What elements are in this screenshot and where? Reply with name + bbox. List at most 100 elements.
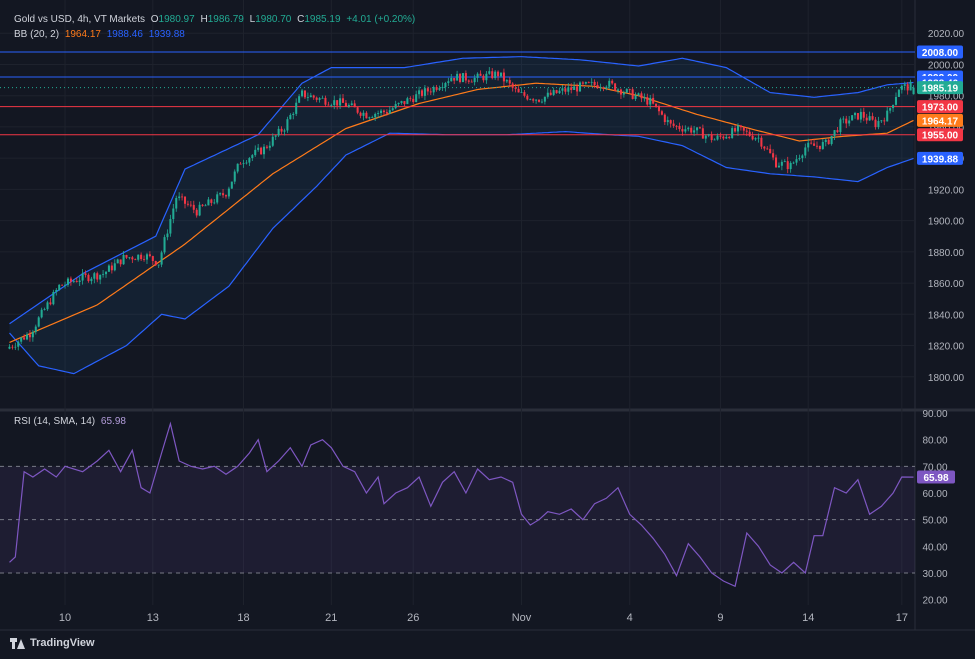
bb-fill [9, 56, 914, 374]
candle-body [666, 120, 669, 123]
symbol-legend[interactable]: Gold vs USD, 4h, VT Markets O1980.97 H19… [14, 14, 418, 25]
candle-body [578, 82, 582, 92]
rsi-tick-label: 30.00 [922, 569, 947, 580]
candle-body [306, 97, 309, 98]
candle-body [652, 97, 655, 104]
candle-body [102, 274, 105, 275]
candle-body [265, 146, 268, 148]
candle-body [277, 128, 280, 136]
candle-body [280, 128, 283, 132]
candle-body [362, 112, 365, 116]
candle-body [195, 209, 198, 216]
candle-body [590, 81, 593, 83]
candle-body [859, 111, 862, 120]
candle-body [192, 204, 195, 210]
candle-body [58, 284, 61, 290]
candle-body [780, 161, 783, 166]
time-tick-label: Nov [512, 612, 532, 624]
candle-body [143, 259, 146, 260]
candle-body [90, 278, 93, 282]
candle-body [763, 146, 766, 149]
candle-body [456, 73, 459, 81]
candle-body [523, 92, 526, 96]
candle-body [502, 72, 505, 82]
candle-body [260, 147, 263, 155]
candle-body [856, 113, 859, 120]
candle-body [584, 82, 587, 84]
candle-body [564, 88, 567, 92]
candle-body [172, 208, 175, 220]
candle-body [110, 265, 113, 271]
candle-body [608, 80, 611, 87]
candle-body [34, 326, 37, 332]
candle-body [224, 195, 227, 197]
candle-body [432, 87, 435, 93]
candle-body [409, 98, 412, 100]
candle-body [871, 116, 874, 120]
candle-body [775, 157, 778, 168]
candle-body [696, 127, 699, 131]
candle-body [546, 92, 549, 97]
candle-body [906, 84, 909, 91]
candle-body [11, 346, 14, 348]
candle-body [862, 111, 865, 118]
candle-body [713, 139, 716, 141]
candle-body [731, 128, 734, 139]
candle-body [292, 113, 295, 115]
candle-body [330, 105, 333, 106]
candle-body [368, 117, 371, 119]
bb-legend[interactable]: BB (20, 2) 1964.17 1988.46 1939.88 [14, 29, 188, 40]
candle-body [482, 75, 485, 81]
candle-body [722, 136, 725, 139]
candle-body [573, 86, 576, 90]
candle-body [20, 337, 23, 342]
tradingview-brand[interactable]: TradingView [10, 637, 95, 649]
candle-body [611, 80, 614, 84]
price-tick-label: 1840.00 [928, 310, 965, 321]
candle-body [903, 84, 906, 86]
price-tick-label: 1800.00 [928, 373, 965, 384]
bb-label[interactable]: BB (20, 2) [14, 29, 59, 40]
candle-body [657, 106, 661, 112]
candle-body [254, 149, 257, 156]
candle-body [783, 161, 786, 162]
time-tick-label: 10 [59, 612, 71, 624]
rsi-tick-label: 90.00 [922, 409, 947, 420]
candle-body [99, 274, 102, 280]
bb-upper-value: 1988.46 [106, 29, 143, 40]
candle-body [309, 95, 312, 98]
symbol-title[interactable]: Gold vs USD, 4h, VT Markets [14, 14, 145, 25]
candle-body [886, 110, 889, 122]
rsi-label[interactable]: RSI (14, SMA, 14) [14, 416, 95, 427]
time-tick-label: 14 [802, 612, 814, 624]
candle-body [772, 153, 775, 158]
candle-body [543, 96, 546, 102]
candle-body [587, 82, 590, 83]
candle-body [748, 131, 751, 136]
candle-body [470, 81, 473, 83]
candle-body [754, 138, 757, 140]
candle-body [312, 95, 315, 98]
candle-body [93, 273, 96, 279]
candle-body [324, 97, 327, 105]
candle-body [827, 139, 830, 145]
chart-canvas[interactable]: 2020.002000.001980.001960.001940.001920.… [0, 0, 975, 659]
candle-body [426, 88, 429, 92]
candle-body [766, 148, 769, 150]
rsi-legend[interactable]: RSI (14, SMA, 14) 65.98 [14, 416, 129, 427]
candle-body [801, 155, 804, 159]
candle-body [751, 135, 754, 140]
rsi-value-tag-label: 65.98 [923, 473, 948, 484]
candle-body [479, 73, 482, 76]
candle-body [14, 346, 17, 348]
candle-body [295, 102, 298, 114]
time-tick-label: 17 [896, 612, 908, 624]
candle-body [450, 77, 453, 82]
candle-body [257, 147, 260, 150]
candle-body [204, 205, 207, 207]
candle-body [874, 119, 877, 128]
candle-body [576, 86, 579, 92]
candle-body [227, 188, 230, 197]
candle-body [113, 263, 116, 271]
candle-body [169, 219, 172, 234]
